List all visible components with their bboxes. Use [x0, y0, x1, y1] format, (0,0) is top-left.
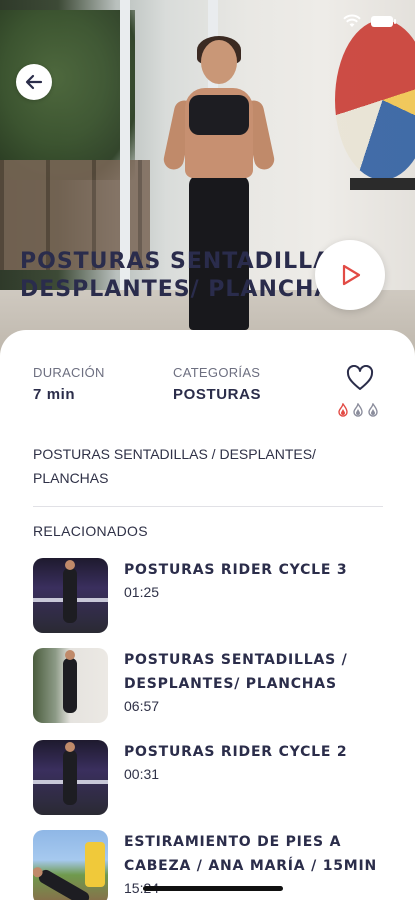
related-section-title: RELACIONADOS [33, 523, 148, 539]
heart-icon[interactable] [346, 365, 374, 391]
background-trees [0, 10, 135, 180]
related-item-time: 00:31 [124, 766, 160, 782]
arrow-left-icon [25, 74, 43, 90]
wall-shelf [350, 178, 415, 190]
video-title-line-1: POSTURAS SENTADILLAS / [20, 249, 340, 274]
wall-art [335, 20, 415, 180]
related-thumbnail[interactable] [33, 830, 108, 900]
video-title: POSTURAS SENTADILLAS / DESPLANTES/ PLANC… [20, 248, 340, 304]
play-button[interactable] [315, 240, 385, 310]
back-button[interactable] [16, 64, 52, 100]
play-icon [342, 264, 361, 286]
related-thumbnail[interactable] [33, 740, 108, 815]
video-meta: DURACIÓN 7 min CATEGORÍAS POSTURAS [33, 365, 383, 425]
duration-value: 7 min [33, 386, 76, 403]
duration-label: DURACIÓN [33, 365, 105, 380]
video-description: POSTURAS SENTADILLAS / DESPLANTES/ PLANC… [33, 446, 316, 486]
related-item-time: 06:57 [124, 698, 160, 714]
divider [33, 506, 383, 507]
battery-icon [371, 15, 396, 27]
details-sheet: DURACIÓN 7 min CATEGORÍAS POSTURAS POSTU… [0, 330, 415, 900]
related-item-title: ESTIRAMIENTO DE PIES A CABEZA / ANA MARÍ… [124, 834, 378, 874]
flame-icon [368, 403, 378, 417]
related-item[interactable]: POSTURAS SENTADILLAS / DESPLANTES/ PLANC… [33, 648, 393, 728]
home-indicator[interactable] [143, 886, 283, 891]
related-item[interactable]: POSTURAS RIDER CYCLE 3 01:25 [33, 558, 393, 638]
category-value: POSTURAS [173, 386, 262, 403]
video-title-line-2: DESPLANTES/ PLANCHAS [20, 277, 340, 302]
status-bar [343, 14, 396, 28]
intensity-rating [337, 403, 379, 417]
related-item-title: POSTURAS SENTADILLAS / DESPLANTES/ PLANC… [124, 652, 348, 692]
related-thumbnail[interactable] [33, 648, 108, 723]
flame-icon-active [338, 403, 348, 417]
related-item-time: 01:25 [124, 584, 160, 600]
related-thumbnail[interactable] [33, 558, 108, 633]
related-item-title: POSTURAS RIDER CYCLE 3 [124, 562, 348, 578]
category-label: CATEGORÍAS [173, 365, 261, 380]
flame-icon [353, 403, 363, 417]
related-item[interactable]: POSTURAS RIDER CYCLE 2 00:31 [33, 740, 393, 820]
wifi-icon [343, 14, 361, 27]
related-item-title: POSTURAS RIDER CYCLE 2 [124, 744, 348, 760]
